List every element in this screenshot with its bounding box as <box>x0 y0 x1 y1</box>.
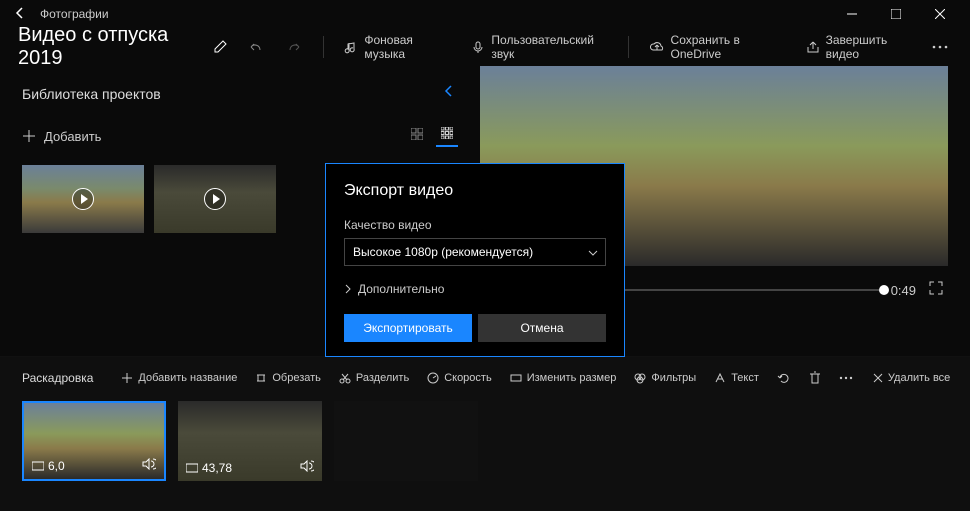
custom-audio-label: Пользовательский звук <box>491 33 607 61</box>
save-onedrive-label: Сохранить в OneDrive <box>671 33 782 61</box>
export-button[interactable]: Экспортировать <box>344 314 472 342</box>
plus-icon <box>22 129 36 143</box>
sound-icon <box>142 458 156 473</box>
export-icon <box>806 40 820 54</box>
app-title: Фотографии <box>40 7 109 21</box>
time-display: 0:49 <box>891 283 916 298</box>
trim-button[interactable]: Обрезать <box>247 368 329 388</box>
close-button[interactable] <box>918 0 962 28</box>
play-icon <box>204 188 226 210</box>
more-storyboard-button[interactable] <box>831 372 861 384</box>
finish-video-button[interactable]: Завершить видео <box>796 29 924 65</box>
delete-all-button[interactable]: Удалить все <box>865 368 958 388</box>
add-label: Добавить <box>44 129 101 144</box>
redo-button[interactable] <box>277 35 313 59</box>
fullscreen-button[interactable] <box>928 280 948 300</box>
cloud-icon <box>649 40 665 54</box>
library-thumb-2[interactable] <box>154 165 276 233</box>
storyboard-panel: Раскадровка Добавить название Обрезать Р… <box>0 356 970 511</box>
export-dialog: Экспорт видео Качество видео Высокое 108… <box>325 163 625 357</box>
clip-empty[interactable] <box>334 401 478 481</box>
back-button[interactable] <box>8 6 32 23</box>
project-title: Видео с отпуска 2019 <box>18 24 201 70</box>
custom-audio-button[interactable]: Пользовательский звук <box>461 29 617 65</box>
library-thumb-1[interactable] <box>22 165 144 233</box>
add-media-button[interactable]: Добавить <box>22 129 101 144</box>
library-title: Библиотека проектов <box>22 86 161 102</box>
minimize-button[interactable] <box>830 0 874 28</box>
mic-icon <box>471 40 485 54</box>
add-title-button[interactable]: Добавить название <box>113 368 245 388</box>
finish-label: Завершить видео <box>826 33 914 61</box>
play-icon <box>72 188 94 210</box>
edit-title-icon[interactable] <box>213 38 229 57</box>
quality-select[interactable]: Высокое 1080p (рекомендуется) <box>344 238 606 266</box>
more-options-toggle[interactable]: Дополнительно <box>344 282 606 296</box>
quality-label: Качество видео <box>344 218 606 232</box>
clip-1[interactable]: 6,0 <box>22 401 166 481</box>
sound-icon <box>300 460 314 475</box>
speed-button[interactable]: Скорость <box>419 368 500 388</box>
dialog-title: Экспорт видео <box>344 182 606 200</box>
storyboard-title: Раскадровка <box>22 371 93 385</box>
save-onedrive-button[interactable]: Сохранить в OneDrive <box>639 29 792 65</box>
split-button[interactable]: Разделить <box>331 368 417 388</box>
more-options-button[interactable] <box>928 41 952 53</box>
collapse-library-button[interactable] <box>440 80 458 107</box>
bg-music-label: Фоновая музыка <box>364 33 447 61</box>
clip-2[interactable]: 43,78 <box>178 401 322 481</box>
main-toolbar: Видео с отпуска 2019 Фоновая музыка Поль… <box>0 28 970 66</box>
filters-button[interactable]: Фильтры <box>626 368 704 388</box>
delete-button[interactable] <box>801 367 829 389</box>
view-small-grid-button[interactable] <box>406 125 428 147</box>
text-button[interactable]: Текст <box>706 368 767 388</box>
rotate-button[interactable] <box>769 367 799 389</box>
maximize-button[interactable] <box>874 0 918 28</box>
view-large-grid-button[interactable] <box>436 125 458 147</box>
music-icon <box>344 40 358 54</box>
cancel-button[interactable]: Отмена <box>478 314 606 342</box>
undo-button[interactable] <box>237 35 273 59</box>
bg-music-button[interactable]: Фоновая музыка <box>334 29 457 65</box>
resize-button[interactable]: Изменить размер <box>502 368 625 388</box>
